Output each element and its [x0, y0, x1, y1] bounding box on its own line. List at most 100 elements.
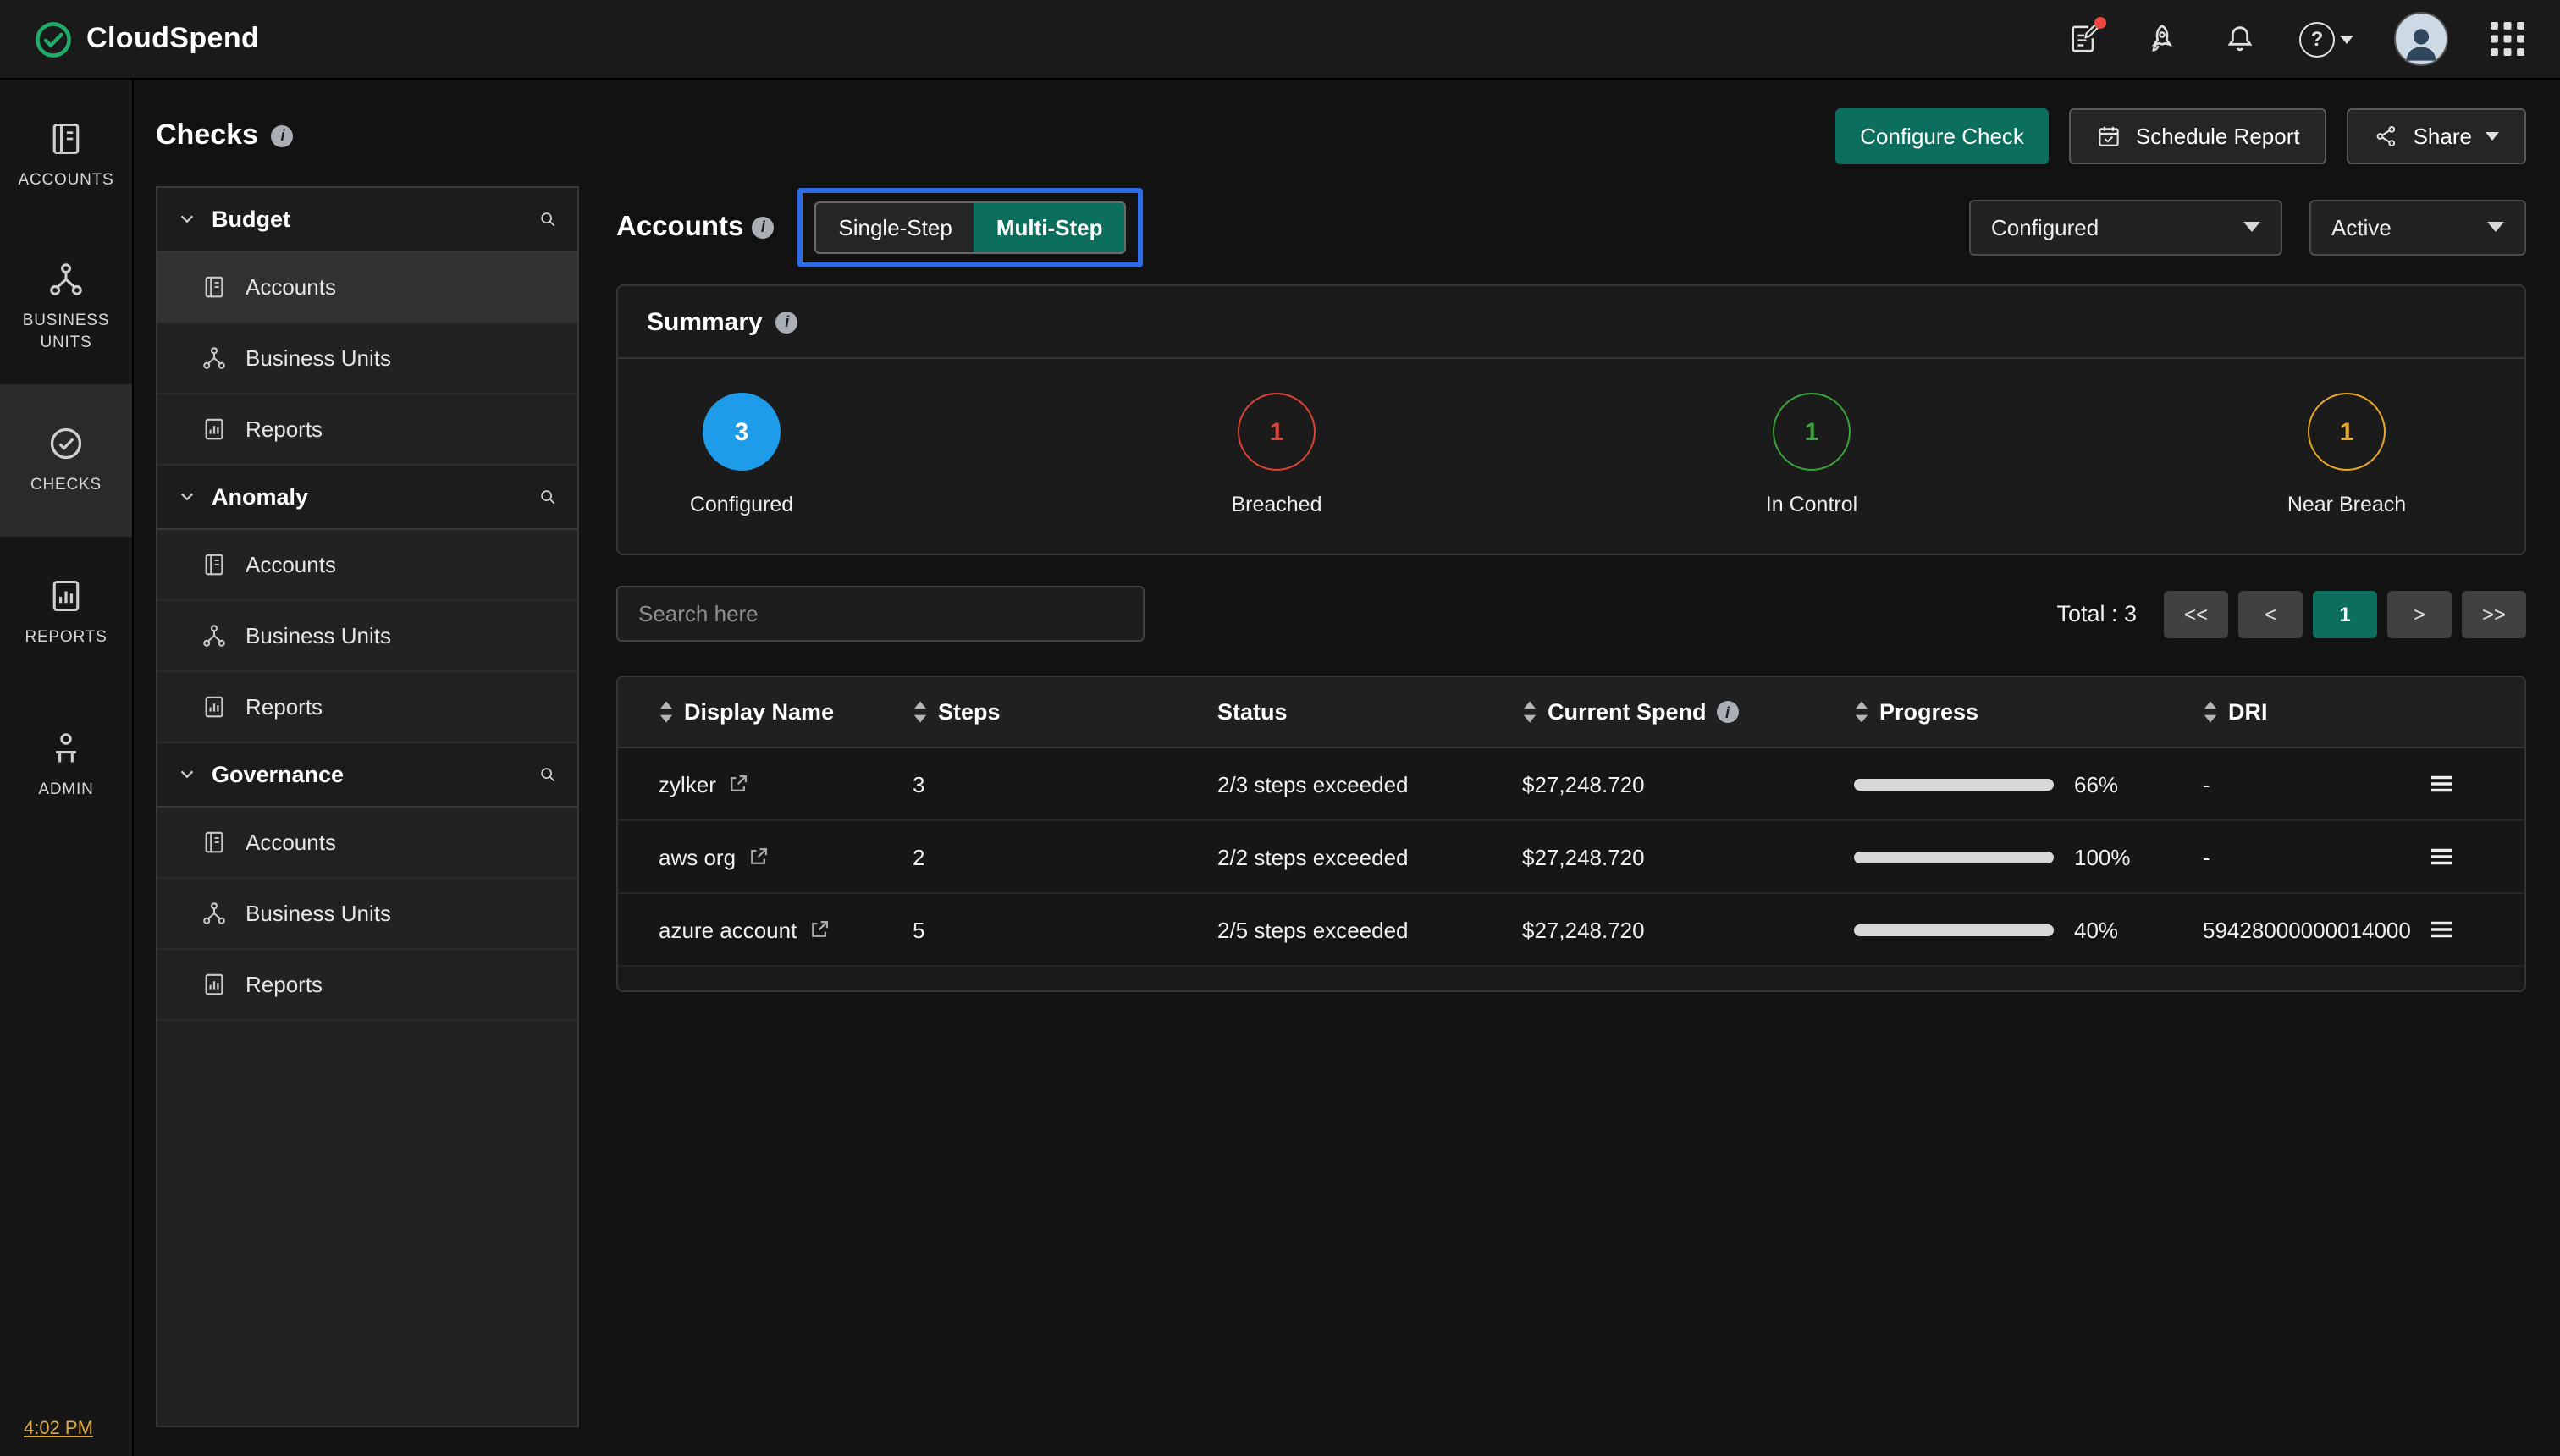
feedback-button[interactable] — [2066, 20, 2103, 58]
summary-title: Summary — [647, 307, 763, 336]
brand[interactable]: CloudSpend — [34, 19, 259, 58]
stat-breached[interactable]: 1 Breached — [1200, 393, 1353, 516]
sidebar-item-budget-accounts[interactable]: Accounts — [157, 252, 577, 323]
info-icon[interactable]: i — [272, 124, 294, 146]
sidebar-item-budget-reports[interactable]: Reports — [157, 394, 577, 466]
rocket-icon — [2145, 22, 2179, 56]
sidebar-item-governance-business-units[interactable]: Business Units — [157, 879, 577, 950]
apps-grid-button[interactable] — [2489, 20, 2526, 58]
account-name[interactable]: zylker — [659, 771, 716, 797]
column-progress[interactable]: Progress — [1854, 699, 2203, 725]
column-label: DRI — [2228, 699, 2268, 725]
row-menu-icon[interactable] — [2426, 769, 2457, 799]
step-toggle: Single-Step Multi-Step — [814, 201, 1126, 253]
account-name[interactable]: aws org — [659, 844, 736, 869]
stat-in-control[interactable]: 1 In Control — [1735, 393, 1888, 516]
row-menu-icon[interactable] — [2426, 841, 2457, 872]
section-anomaly[interactable]: Anomaly — [157, 466, 577, 530]
external-link-icon[interactable] — [728, 774, 748, 794]
reports-icon — [201, 972, 227, 997]
stat-near-breach[interactable]: 1 Near Breach — [2270, 393, 2423, 516]
configured-filter-value: Configured — [1991, 214, 2099, 240]
info-icon[interactable]: i — [1717, 701, 1739, 723]
info-icon[interactable]: i — [752, 216, 774, 238]
sidebar-item-governance-accounts[interactable]: Accounts — [157, 808, 577, 879]
user-avatar[interactable] — [2394, 12, 2448, 66]
search-input[interactable] — [616, 586, 1145, 642]
configure-check-button[interactable]: Configure Check — [1834, 108, 2050, 163]
rail-item-checks[interactable]: CHECKS — [0, 384, 132, 537]
rail-item-accounts[interactable]: ACCOUNTS — [0, 80, 132, 232]
active-filter-select[interactable]: Active — [2309, 199, 2526, 255]
business-units-icon — [201, 623, 227, 648]
column-dri[interactable]: DRI — [2203, 699, 2426, 725]
schedule-report-label: Schedule Report — [2136, 123, 2300, 148]
cloudspend-logo-icon — [34, 19, 73, 58]
spend-value: $27,248.720 — [1522, 917, 1854, 942]
share-button[interactable]: Share — [2348, 108, 2526, 163]
prev-page-button[interactable]: < — [2238, 590, 2303, 637]
accounts-icon — [47, 119, 85, 157]
chevron-down-icon — [178, 488, 196, 506]
spend-value: $27,248.720 — [1522, 771, 1854, 797]
section-governance[interactable]: Governance — [157, 743, 577, 808]
current-page-button[interactable]: 1 — [2313, 590, 2377, 637]
business-units-icon — [47, 261, 85, 298]
section-label: Governance — [212, 762, 523, 787]
help-menu[interactable]: ? — [2299, 21, 2353, 57]
schedule-report-button[interactable]: Schedule Report — [2070, 108, 2327, 163]
last-page-button[interactable]: >> — [2462, 590, 2526, 637]
dri-value: - — [2203, 771, 2426, 797]
rail-item-reports[interactable]: REPORTS — [0, 537, 132, 689]
row-menu-icon[interactable] — [2426, 914, 2457, 945]
search-icon[interactable] — [538, 765, 557, 784]
chevron-down-icon — [2487, 222, 2504, 232]
table-row: zylker 3 2/3 steps exceeded $27,248.720 … — [618, 748, 2524, 821]
column-steps[interactable]: Steps — [913, 699, 1217, 725]
sidebar-item-budget-business-units[interactable]: Business Units — [157, 323, 577, 394]
sidebar-item-anomaly-accounts[interactable]: Accounts — [157, 530, 577, 601]
total-count: Total : 3 — [2056, 601, 2137, 626]
rail-item-admin[interactable]: ADMIN — [0, 689, 132, 841]
external-link-icon[interactable] — [748, 847, 768, 867]
column-display-name[interactable]: Display Name — [659, 699, 913, 725]
rail-label: CHECKS — [24, 475, 108, 497]
share-label: Share — [2414, 123, 2472, 148]
info-icon[interactable]: i — [776, 311, 798, 333]
rail-label: REPORTS — [18, 627, 113, 649]
section-budget[interactable]: Budget — [157, 188, 577, 252]
sidebar-item-anomaly-business-units[interactable]: Business Units — [157, 601, 577, 672]
account-name-cell: aws org — [659, 844, 913, 869]
stat-configured[interactable]: 3 Configured — [665, 393, 818, 516]
sidebar-item-anomaly-reports[interactable]: Reports — [157, 672, 577, 743]
stat-value: 1 — [1773, 393, 1851, 471]
app-root: CloudSpend ? — [0, 0, 2560, 1456]
next-page-button[interactable]: > — [2387, 590, 2452, 637]
sidebar-item-label: Accounts — [246, 830, 336, 855]
reports-icon — [47, 576, 85, 614]
business-units-icon — [201, 345, 227, 371]
configured-filter-select[interactable]: Configured — [1969, 199, 2282, 255]
account-name[interactable]: azure account — [659, 917, 797, 942]
search-icon[interactable] — [538, 488, 557, 506]
single-step-toggle[interactable]: Single-Step — [816, 202, 974, 251]
notifications-button[interactable] — [2221, 20, 2259, 58]
sort-icon — [1522, 701, 1537, 723]
first-page-button[interactable]: << — [2164, 590, 2228, 637]
rail-item-business-units[interactable]: BUSINESS UNITS — [0, 232, 132, 384]
search-icon[interactable] — [538, 210, 557, 229]
stat-label: In Control — [1766, 493, 1857, 516]
whats-new-button[interactable] — [2143, 20, 2181, 58]
table-header-row: Display Name Steps Status Current Spend … — [618, 677, 2524, 748]
progress-cell: 40% — [1854, 917, 2203, 942]
multi-step-toggle[interactable]: Multi-Step — [974, 202, 1125, 251]
column-current-spend[interactable]: Current Spend i — [1522, 699, 1854, 725]
annotation-highlight: Single-Step Multi-Step — [797, 187, 1143, 267]
clock-time-link[interactable]: 4:02 PM — [24, 1419, 93, 1439]
sidebar-item-label: Business Units — [246, 623, 391, 648]
sidebar-item-governance-reports[interactable]: Reports — [157, 950, 577, 1021]
admin-icon — [47, 729, 85, 766]
checks-sidebar: Budget Accounts Business Units Reports A… — [156, 186, 579, 1427]
external-link-icon[interactable] — [808, 919, 829, 940]
chevron-down-icon — [178, 210, 196, 229]
